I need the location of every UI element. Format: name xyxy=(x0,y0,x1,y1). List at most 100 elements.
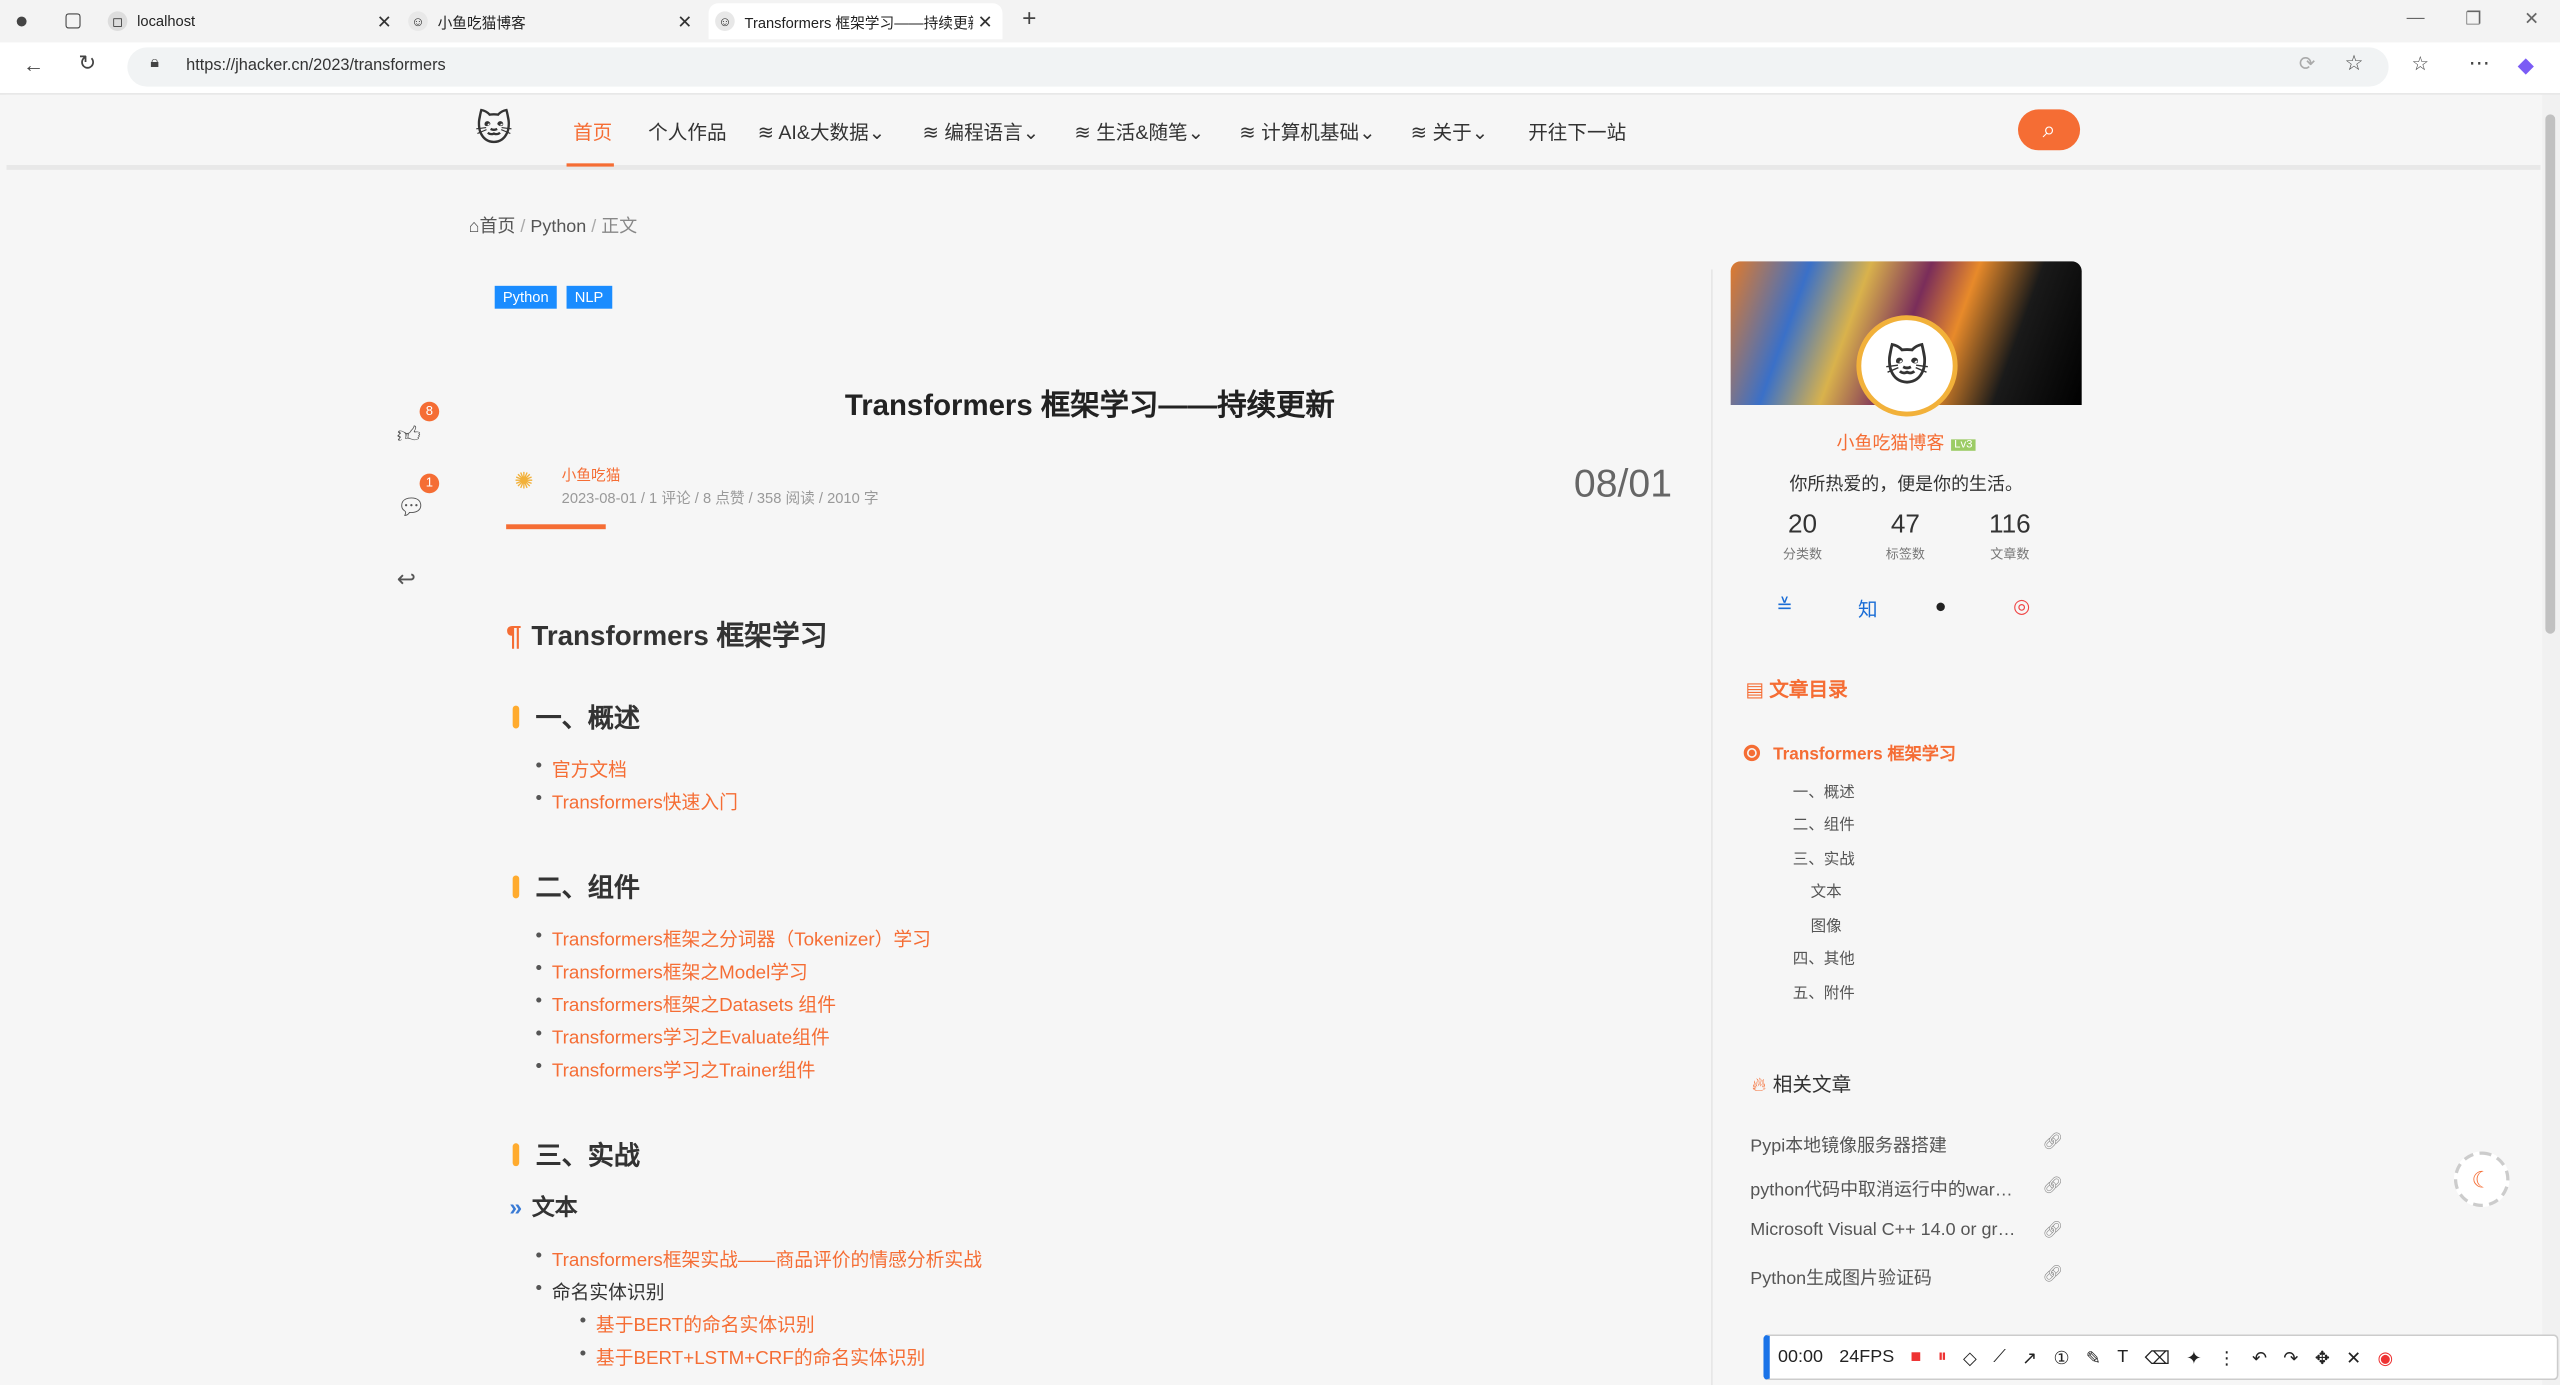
heading-text: 一、概述 xyxy=(535,705,641,734)
url-text[interactable]: https://jhacker.cn/2023/transformers xyxy=(186,57,446,75)
site-logo[interactable]: 🐱︎ xyxy=(475,108,512,150)
related-link[interactable]: python代码中取消运行中的warning... xyxy=(1750,1176,2019,1202)
nav-cs[interactable]: ≋ 计算机基础⌄ xyxy=(1239,118,1375,146)
recorder-fps[interactable]: 24FPS xyxy=(1839,1347,1894,1367)
zhihu-link[interactable]: 知 xyxy=(1858,595,1878,623)
link-bert-ner[interactable]: 基于BERT的命名实体识别 xyxy=(580,1312,815,1338)
stat-tags[interactable]: 47 标签数 xyxy=(1856,511,1954,563)
list-item-ner: 命名实体识别 xyxy=(536,1279,665,1305)
comment-count-badge: 1 xyxy=(419,473,440,494)
nav-next-site[interactable]: 开往下一站 xyxy=(1528,118,1626,146)
link-tokenizer[interactable]: Transformers框架之分词器（Tokenizer）学习 xyxy=(536,926,931,952)
link-official-docs[interactable]: 官方文档 xyxy=(536,756,627,782)
close-icon[interactable]: ✕ xyxy=(377,11,392,32)
tab-transformers[interactable]: ☺ Transformers 框架学习——持续更新 ✕ xyxy=(708,3,1003,40)
nav-home[interactable]: 首页 xyxy=(573,118,612,146)
more-icon[interactable]: ⋯ xyxy=(2469,51,2490,77)
like-count-badge: 8 xyxy=(419,401,440,422)
favorites-icon[interactable]: ☆ xyxy=(2411,52,2429,75)
search-button[interactable]: ⌕ xyxy=(2018,109,2081,151)
refresh-icon[interactable]: ⟳ xyxy=(2299,52,2315,75)
toc-item[interactable]: 五、附件 xyxy=(1793,980,1855,1003)
toc-item[interactable]: 二、组件 xyxy=(1793,812,1855,835)
link-sentiment[interactable]: Transformers框架实战——商品评价的情感分析实战 xyxy=(535,1246,981,1272)
heading-bar xyxy=(512,1143,520,1167)
link-trainer[interactable]: Transformers学习之Trainer组件 xyxy=(535,1057,815,1083)
author-name[interactable]: 小鱼吃猫 xyxy=(562,464,621,485)
tag-nlp[interactable]: NLP xyxy=(566,285,612,309)
link-bert-lstm-crf[interactable]: 基于BERT+LSTM+CRF的命名实体识别 xyxy=(580,1344,926,1370)
juejin-icon[interactable]: ≚ xyxy=(1776,595,1792,618)
related-link[interactable]: Python生成图片验证码 xyxy=(1750,1264,2019,1290)
toc-root[interactable]: Transformers 框架学习 xyxy=(1743,742,1956,766)
move-icon[interactable]: ✥ xyxy=(2315,1347,2330,1368)
blog-avatar[interactable]: 🐱︎ xyxy=(1856,315,1958,417)
github-icon[interactable]: ● xyxy=(1935,595,1947,618)
text-icon[interactable]: T xyxy=(2117,1347,2128,1367)
favorite-star-icon[interactable]: ☆ xyxy=(2345,51,2364,77)
nav-ai[interactable]: ≋ AI&大数据⌄ xyxy=(758,118,886,146)
toc-item[interactable]: 图像 xyxy=(1811,913,1842,936)
breadcrumb-home[interactable]: 首页 xyxy=(479,217,515,237)
pen-icon[interactable]: ✎ xyxy=(2086,1347,2101,1368)
link-model[interactable]: Transformers框架之Model学习 xyxy=(536,959,808,985)
toc-item[interactable]: 三、实战 xyxy=(1793,846,1855,869)
blog-name[interactable]: 小鱼吃猫博客 Lv3 xyxy=(1731,430,2082,456)
tab-blog[interactable]: ☺ 小鱼吃猫博客 ✕ xyxy=(408,3,702,39)
csdn-icon[interactable]: ◎ xyxy=(2013,595,2030,618)
nav-life[interactable]: ≋ 生活&随笔⌄ xyxy=(1074,118,1204,146)
nav-programming[interactable]: ≋ 编程语言⌄ xyxy=(922,118,1039,146)
lock-icon[interactable]: 🔒︎ xyxy=(150,54,159,72)
back-icon[interactable]: ← xyxy=(23,52,44,76)
nav-about[interactable]: ≋ 关于⌄ xyxy=(1411,118,1489,146)
toc-item[interactable]: 文本 xyxy=(1811,879,1842,902)
copilot-icon[interactable]: ◆ xyxy=(2518,52,2534,78)
link-datasets[interactable]: Transformers框架之Datasets 组件 xyxy=(536,991,836,1017)
tab-localhost[interactable]: ◻ localhost ✕ xyxy=(107,3,402,39)
breadcrumb-python[interactable]: Python xyxy=(530,217,586,237)
arrow-icon[interactable]: ↗ xyxy=(2022,1347,2037,1368)
profile-icon[interactable]: ● xyxy=(15,7,29,33)
close-icon[interactable]: ✕ xyxy=(2346,1347,2361,1368)
scrollbar-thumb[interactable] xyxy=(2545,114,2556,634)
toc-heading-text: 文章目录 xyxy=(1769,677,1848,701)
stop-icon[interactable]: ■ xyxy=(1911,1347,1922,1367)
close-window-icon[interactable]: ✕ xyxy=(2524,8,2539,30)
link-icon: 🔗︎ xyxy=(2042,1133,2064,1152)
toc-item[interactable]: 一、概述 xyxy=(1793,779,1855,802)
author-avatar[interactable]: ✺ xyxy=(514,467,533,495)
restore-icon[interactable]: ❐ xyxy=(2465,8,2481,30)
number-icon[interactable]: ① xyxy=(2053,1347,2069,1368)
tab-actions-icon[interactable]: ▢ xyxy=(64,8,83,31)
nav-works[interactable]: 个人作品 xyxy=(648,118,726,146)
undo-icon[interactable]: ↶ xyxy=(2252,1347,2267,1368)
link-evaluate[interactable]: Transformers学习之Evaluate组件 xyxy=(536,1024,830,1050)
theme-toggle-button[interactable]: ☾ xyxy=(2453,1151,2510,1208)
stat-categories[interactable]: 20 分类数 xyxy=(1754,511,1852,563)
related-link[interactable]: Microsoft Visual C++ 14.0 or greater... xyxy=(1750,1220,2019,1240)
close-icon[interactable]: ✕ xyxy=(978,11,993,32)
stat-articles[interactable]: 116 文章数 xyxy=(1961,511,2059,563)
highlighter-icon[interactable]: ✦ xyxy=(2186,1347,2201,1368)
comment-icon[interactable]: 💬︎ xyxy=(397,493,426,521)
address-bar[interactable]: 🔒︎ https://jhacker.cn/2023/transformers … xyxy=(127,47,2389,87)
eraser-icon[interactable]: ⌫ xyxy=(2145,1347,2170,1368)
breadcrumb: ⌂首页 / Python / 正文 xyxy=(469,212,638,238)
close-icon[interactable]: ✕ xyxy=(677,11,692,32)
tag-python[interactable]: Python xyxy=(494,285,557,309)
new-tab-button[interactable]: + xyxy=(1022,5,1036,33)
pause-icon[interactable]: ⏸︎ xyxy=(1938,1347,1947,1368)
like-icon[interactable]: 👍︎ xyxy=(397,421,421,449)
share-icon[interactable]: ↩ xyxy=(397,565,416,593)
reload-icon[interactable]: ↻ xyxy=(78,51,96,77)
redo-icon[interactable]: ↷ xyxy=(2283,1347,2298,1368)
link-quickstart[interactable]: Transformers快速入门 xyxy=(536,789,738,815)
minimize-icon[interactable]: — xyxy=(2407,8,2425,28)
heading-bar xyxy=(512,705,520,729)
polyline-icon[interactable]: ⟋ xyxy=(1993,1347,2006,1368)
toc-item[interactable]: 四、其他 xyxy=(1793,946,1855,969)
more-options-icon[interactable]: ⋮ xyxy=(2218,1347,2236,1368)
record-icon[interactable]: ◉ xyxy=(2378,1347,2394,1368)
shape-icon[interactable]: ◇ xyxy=(1963,1347,1977,1368)
related-link[interactable]: Pypi本地镜像服务器搭建 xyxy=(1750,1132,2019,1158)
